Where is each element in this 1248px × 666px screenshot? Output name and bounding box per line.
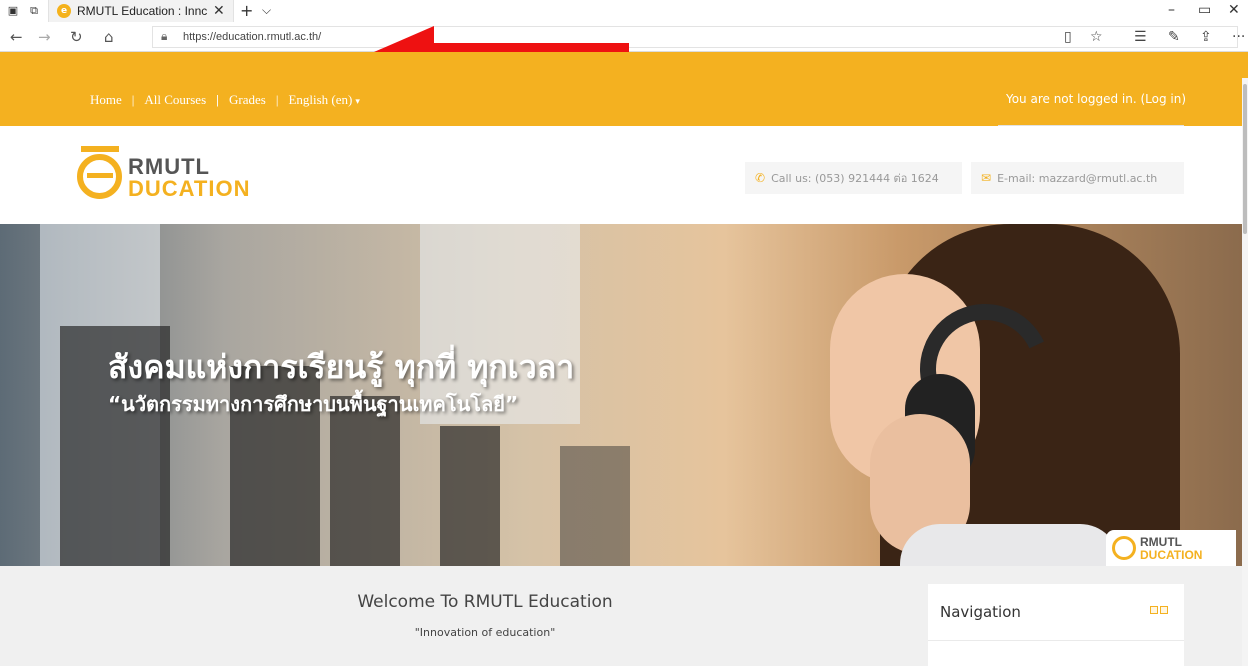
site-header: RMUTL DUCATION ✆ Call us: (053) 921444 ต… (0, 126, 1248, 224)
email-text: E-mail: mazzard@rmutl.ac.th (997, 171, 1158, 185)
graduation-cap-icon (81, 146, 119, 152)
phone-icon: ✆ (755, 171, 766, 185)
language-label: English (en) (288, 92, 353, 107)
refresh-icon[interactable]: ↻ (70, 28, 83, 46)
address-bar[interactable]: 🔒︎ https://education.rmutl.ac.th/ (152, 26, 1238, 48)
language-menu[interactable]: English (en) ▾ (288, 92, 359, 108)
monitor-shape (560, 446, 630, 566)
collapse-block-icon[interactable] (1160, 606, 1168, 614)
tab-title: RMUTL Education : Innc (77, 4, 208, 18)
minimize-button[interactable]: – (1168, 2, 1175, 18)
navigation-block-title: Navigation (940, 603, 1021, 621)
banner-title: สังคมแห่งการเรียนรู้ ทุกที่ ทุกเวลา (108, 348, 575, 386)
nav-separator: | (275, 92, 279, 107)
tab-preview-icon[interactable]: ▣ (6, 4, 20, 17)
nav-home-link[interactable]: Home (90, 92, 122, 108)
maximize-button[interactable]: ▭ (1198, 2, 1211, 18)
chevron-down-icon: ▾ (355, 96, 360, 106)
close-window-button[interactable]: ✕ (1228, 2, 1240, 18)
site-logo[interactable]: RMUTL DUCATION (77, 146, 277, 206)
scrollbar-thumb[interactable] (1243, 84, 1247, 234)
logo-text-bottom: DUCATION (128, 176, 251, 201)
site-top-strip (0, 52, 1248, 78)
url-text[interactable]: https://education.rmutl.ac.th/ (183, 31, 321, 43)
tab-close-icon[interactable]: ✕ (213, 3, 225, 19)
browser-tab[interactable]: e RMUTL Education : Innc ✕ (48, 0, 234, 22)
email-contact[interactable]: ✉ E-mail: mazzard@rmutl.ac.th (971, 162, 1184, 194)
nav-grades-link[interactable]: Grades (229, 92, 266, 108)
forward-icon[interactable]: → (38, 28, 51, 46)
new-tab-button[interactable]: + (240, 1, 253, 20)
block-controls[interactable] (1150, 606, 1168, 614)
home-icon[interactable]: ⌂ (104, 28, 114, 46)
lock-icon: 🔒︎ (161, 29, 168, 43)
hero-banner: สังคมแห่งการเรียนรู้ ทุกที่ ทุกเวลา “นวั… (0, 224, 1248, 566)
monitor-shape (440, 426, 500, 566)
photo-shirt (900, 524, 1120, 566)
share-icon[interactable]: ⇪ (1200, 29, 1212, 45)
nav-all-courses-link[interactable]: All Courses (144, 92, 206, 108)
banner-logo: RMUTL DUCATION (1106, 530, 1236, 566)
dock-block-icon[interactable] (1150, 606, 1158, 614)
notes-icon[interactable]: ✎ (1168, 29, 1180, 45)
welcome-heading: Welcome To RMUTL Education (357, 592, 613, 612)
site-top-nav: Home | All Courses | Grades | English (e… (0, 78, 1248, 126)
site-favicon-icon: e (57, 4, 71, 18)
reading-view-icon[interactable]: ▯ (1064, 29, 1072, 45)
banner-logo-top: RMUTL (1140, 535, 1182, 549)
tab-list-button[interactable]: ⌵ (262, 3, 271, 18)
favorites-hub-icon[interactable]: ☰ (1134, 29, 1147, 45)
tab-aside-icon[interactable]: ⧉ (27, 4, 41, 17)
divider (928, 640, 1184, 641)
monitor-shape (330, 396, 400, 566)
logo-e-icon (1112, 536, 1136, 560)
welcome-tagline: "Innovation of education" (414, 626, 556, 639)
phone-text: Call us: (053) 921444 ต่อ 1624 (771, 172, 939, 185)
login-link[interactable]: You are not logged in. (Log in) (1006, 92, 1186, 106)
logo-e-icon (77, 154, 122, 199)
nav-separator: | (131, 92, 135, 107)
browser-titlebar: ▣ ⧉ e RMUTL Education : Innc ✕ + ⌵ – ▭ ✕ (0, 0, 1248, 22)
main-content: Welcome To RMUTL Education "Innovation o… (0, 566, 1248, 666)
nav-separator: | (216, 92, 220, 107)
banner-logo-bottom: DUCATION (1140, 548, 1203, 562)
back-icon[interactable]: ← (10, 28, 23, 46)
navigation-block: Navigation (928, 584, 1184, 666)
more-icon[interactable]: ··· (1232, 29, 1245, 45)
favorite-icon[interactable]: ☆ (1090, 29, 1103, 45)
mail-icon: ✉ (981, 171, 992, 185)
phone-contact: ✆ Call us: (053) 921444 ต่อ 1624 (745, 162, 962, 194)
banner-subtitle: “นวัตกรรมทางการศึกษาบนพื้นฐานเทคโนโลยี” (108, 392, 519, 416)
